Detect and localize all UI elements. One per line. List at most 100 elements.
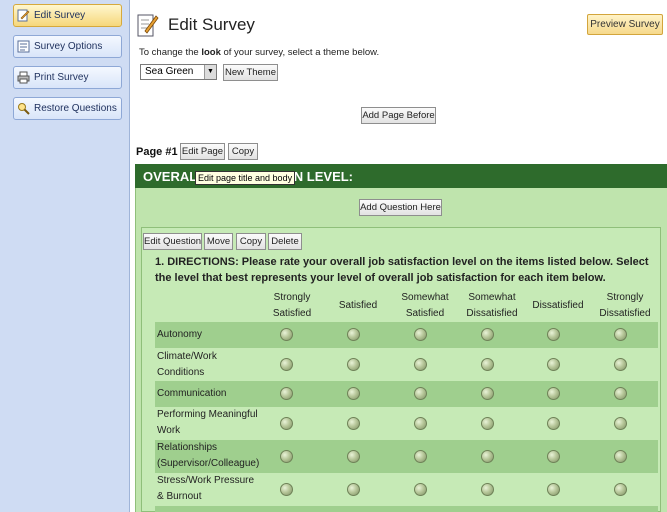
question-text: 1. DIRECTIONS: Please rate your overall … xyxy=(155,256,649,284)
table-row: Autonomy xyxy=(155,322,658,348)
column-header-line: Strongly xyxy=(273,292,311,303)
column-header: Somewhat Satisfied xyxy=(396,290,454,322)
row-label: Performing Meaningful Work xyxy=(157,407,258,439)
row-label: Relationships (Supervisor/Colleague) xyxy=(157,440,259,472)
rating-radio[interactable] xyxy=(414,358,427,371)
rating-radio[interactable] xyxy=(547,417,560,430)
table-row: Stress/Work Pressure & Burnout xyxy=(155,473,658,506)
sidebar-item-edit-survey[interactable]: Edit Survey xyxy=(13,4,122,27)
row-label: Autonomy xyxy=(157,327,202,343)
rating-radio[interactable] xyxy=(614,450,627,463)
page-title: Edit Survey xyxy=(168,15,255,34)
edit-question-button[interactable]: Edit Question xyxy=(143,233,202,250)
rating-radio[interactable] xyxy=(547,387,560,400)
sidebar-item-restore-questions[interactable]: Restore Questions xyxy=(13,97,122,120)
rating-radio[interactable] xyxy=(347,483,360,496)
rating-radio[interactable] xyxy=(414,328,427,341)
rating-radio[interactable] xyxy=(481,417,494,430)
rating-radio[interactable] xyxy=(614,328,627,341)
edit-icon xyxy=(17,9,30,22)
rating-radio[interactable] xyxy=(481,483,494,496)
table-row xyxy=(155,506,658,512)
column-header-line: Satisfied xyxy=(405,308,445,319)
column-header: Strongly Dissatisfied xyxy=(593,290,657,322)
delete-question-button[interactable]: Delete xyxy=(268,233,302,250)
sidebar: Edit Survey Survey Options Print Survey … xyxy=(0,0,130,512)
rating-radio[interactable] xyxy=(614,358,627,371)
column-header-line: Dissatisfied xyxy=(466,308,518,319)
rating-radio[interactable] xyxy=(547,483,560,496)
row-label-line: (Supervisor/Colleague) xyxy=(157,458,260,469)
row-label-line: Climate/Work xyxy=(157,351,217,362)
rating-radio[interactable] xyxy=(547,358,560,371)
rating-radio[interactable] xyxy=(280,358,293,371)
column-header-line: Strongly xyxy=(606,292,644,303)
rating-radio[interactable] xyxy=(280,328,293,341)
rating-radio[interactable] xyxy=(414,387,427,400)
row-label: Climate/Work Conditions xyxy=(157,349,217,381)
rating-radio[interactable] xyxy=(347,417,360,430)
column-header: Dissatisfied xyxy=(527,298,589,314)
sidebar-item-label: Survey Options xyxy=(34,41,103,52)
sidebar-item-print-survey[interactable]: Print Survey xyxy=(13,66,122,89)
column-header-line: Satisfied xyxy=(272,308,312,319)
row-label: Stress/Work Pressure & Burnout xyxy=(157,473,254,505)
table-row: Communication xyxy=(155,381,658,407)
theme-select[interactable]: Sea Green ▼ xyxy=(140,64,217,80)
rating-radio[interactable] xyxy=(481,387,494,400)
theme-hint-bold: look xyxy=(201,47,221,58)
rating-radio[interactable] xyxy=(280,483,293,496)
rating-radio[interactable] xyxy=(614,387,627,400)
sidebar-item-label: Restore Questions xyxy=(34,103,117,114)
rating-radio[interactable] xyxy=(280,450,293,463)
rating-radio[interactable] xyxy=(347,328,360,341)
column-header: Somewhat Dissatisfied xyxy=(460,290,524,322)
rating-radio[interactable] xyxy=(414,450,427,463)
move-question-button[interactable]: Move xyxy=(204,233,233,250)
theme-hint-text: To change the xyxy=(139,47,202,58)
row-label-line: Communication xyxy=(157,388,227,399)
add-page-before-button[interactable]: Add Page Before xyxy=(361,107,436,124)
table-row: Climate/Work Conditions xyxy=(155,348,658,381)
column-header-line: Satisfied xyxy=(338,300,378,311)
edit-survey-icon xyxy=(137,12,159,38)
row-label-line: Conditions xyxy=(157,367,205,378)
rating-radio[interactable] xyxy=(614,417,627,430)
column-header: Satisfied xyxy=(329,298,387,314)
restore-icon xyxy=(17,102,30,115)
rating-radio[interactable] xyxy=(547,450,560,463)
rating-radio[interactable] xyxy=(347,450,360,463)
rating-radio[interactable] xyxy=(347,358,360,371)
rating-radio[interactable] xyxy=(414,417,427,430)
theme-select-value: Sea Green xyxy=(145,66,194,77)
add-question-here-button[interactable]: Add Question Here xyxy=(359,199,442,216)
rating-radio[interactable] xyxy=(414,483,427,496)
copy-question-button[interactable]: Copy xyxy=(236,233,266,250)
column-header-line: Dissatisfied xyxy=(599,308,651,319)
sidebar-item-survey-options[interactable]: Survey Options xyxy=(13,35,122,58)
theme-hint: To change the look of your survey, selec… xyxy=(139,47,379,58)
copy-page-button[interactable]: Copy xyxy=(228,143,258,160)
table-row: Performing Meaningful Work xyxy=(155,407,658,440)
column-header-line: Somewhat xyxy=(401,292,449,303)
rating-radio[interactable] xyxy=(280,417,293,430)
sidebar-item-label: Print Survey xyxy=(34,72,89,83)
row-label-line: Autonomy xyxy=(157,329,203,340)
rating-radio[interactable] xyxy=(280,387,293,400)
preview-survey-button[interactable]: Preview Survey xyxy=(587,14,663,35)
theme-hint-text: of your survey, select a theme below. xyxy=(220,47,380,58)
rating-radio[interactable] xyxy=(481,358,494,371)
edit-page-button[interactable]: Edit Page xyxy=(180,143,225,160)
rating-radio[interactable] xyxy=(481,450,494,463)
rating-radio[interactable] xyxy=(481,328,494,341)
chevron-down-icon[interactable]: ▼ xyxy=(204,65,216,79)
new-theme-button[interactable]: New Theme xyxy=(223,64,278,81)
rating-radio[interactable] xyxy=(547,328,560,341)
column-header: Strongly Satisfied xyxy=(263,290,321,322)
options-icon xyxy=(17,40,30,53)
row-label-line: Performing Meaningful xyxy=(157,409,258,420)
rating-radio[interactable] xyxy=(614,483,627,496)
tooltip: Edit page title and body xyxy=(195,171,296,185)
table-row: Relationships (Supervisor/Colleague) xyxy=(155,440,658,473)
rating-radio[interactable] xyxy=(347,387,360,400)
